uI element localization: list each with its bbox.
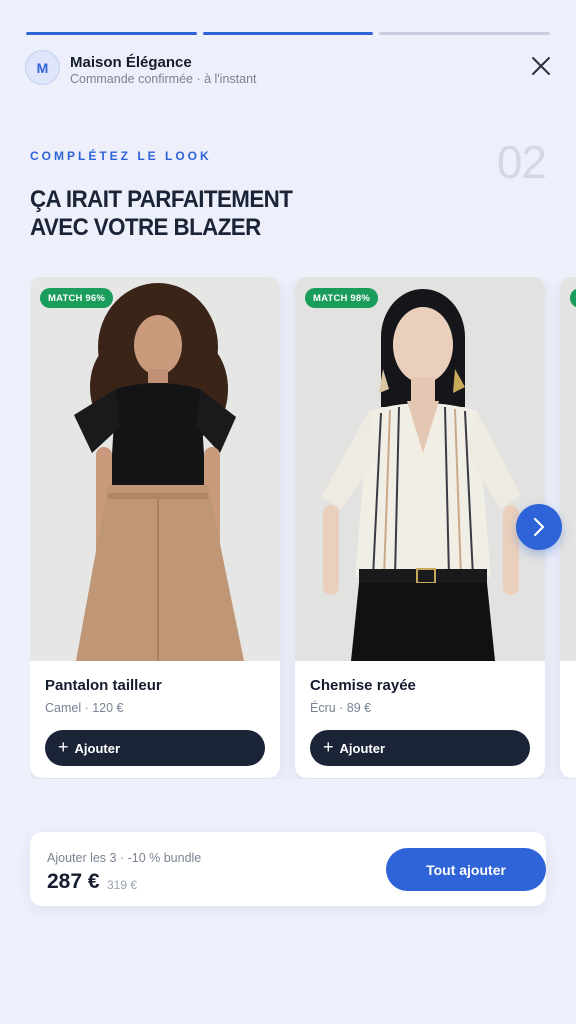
close-icon	[532, 57, 550, 75]
bundle-offer: Ajouter les 3 · -10 % bundle 287 € 319 €…	[30, 832, 546, 906]
carousel-next-button[interactable]	[516, 504, 562, 550]
match-badge	[570, 288, 576, 308]
section-eyebrow: COMPLÉTEZ LE LOOK	[30, 149, 212, 163]
bundle-old-price: 319 €	[107, 878, 138, 892]
product-carousel[interactable]: MATCH 96% Pantalon tailleur Camel · 120 …	[30, 277, 576, 779]
match-badge: MATCH 98%	[305, 288, 379, 308]
plus-icon: +	[58, 737, 69, 757]
add-button-label: Ajouter	[339, 740, 386, 756]
product-name: Chemise rayée	[310, 677, 416, 694]
product-card[interactable]: MATCH 96% Pantalon tailleur Camel · 120 …	[30, 277, 280, 778]
header-subtitle: Commande confirmée · à l'instant	[70, 72, 257, 86]
add-to-cart-button[interactable]: + Ajouter	[45, 730, 265, 766]
progress-segment-2	[202, 32, 374, 35]
progress-segment-3	[379, 32, 551, 35]
product-photo	[560, 277, 576, 661]
title-line-1: ÇA IRAIT PARFAITEMENT	[30, 186, 293, 213]
plus-icon: +	[323, 737, 334, 757]
close-button[interactable]	[530, 55, 552, 77]
product-photo: MATCH 98%	[295, 277, 545, 661]
match-badge: MATCH 96%	[40, 288, 114, 308]
message-header: M Maison Élégance Commande confirmée · à…	[25, 50, 552, 86]
product-name: Pantalon tailleur	[45, 677, 162, 694]
product-card[interactable]: MATCH 98% Chemise rayée Écru · 89 € + Aj…	[295, 277, 545, 778]
product-meta: Camel · 120 €	[45, 701, 124, 715]
chevron-right-icon	[533, 517, 545, 537]
add-to-cart-button[interactable]: + Ajouter	[310, 730, 530, 766]
add-all-button[interactable]: Tout ajouter	[386, 848, 546, 891]
progress-segment-1	[26, 32, 197, 35]
product-meta: Écru · 89 €	[310, 701, 372, 715]
add-button-label: Ajouter	[74, 740, 121, 756]
bundle-label: Ajouter les 3 · -10 % bundle	[47, 851, 202, 865]
brand-avatar: M	[25, 50, 60, 85]
product-card-peek[interactable]	[560, 277, 576, 778]
story-progress	[26, 32, 551, 35]
product-photo: MATCH 96%	[30, 277, 280, 661]
bundle-price: 287 €	[47, 870, 100, 893]
product-image-woman-striped-shirt	[295, 277, 545, 661]
step-number: 02	[496, 136, 547, 188]
brand-name: Maison Élégance	[70, 54, 192, 71]
product-image-woman-skirt	[30, 277, 280, 661]
page-title: ÇA IRAIT PARFAITEMENT AVEC VOTRE BLAZER	[30, 186, 402, 242]
title-line-2: AVEC VOTRE BLAZER	[30, 214, 261, 241]
